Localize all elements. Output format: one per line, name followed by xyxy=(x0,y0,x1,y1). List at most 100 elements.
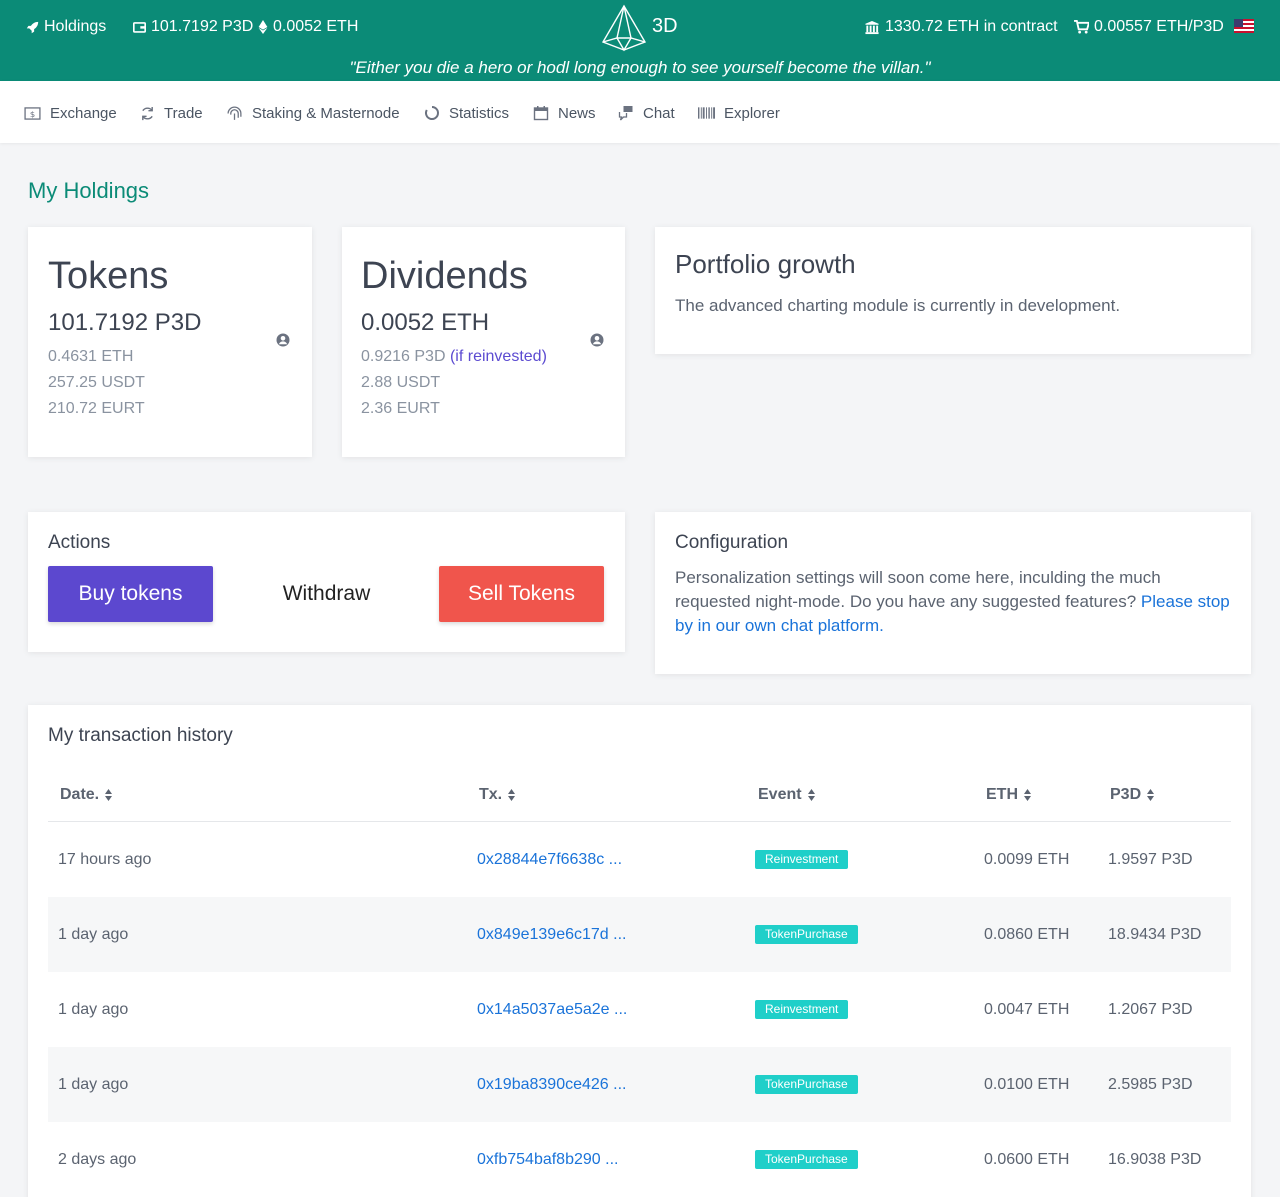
dividends-card: Dividends 0.0052 ETH 0.9216 P3D (if rein… xyxy=(342,227,625,457)
cell-date: 1 day ago xyxy=(58,925,129,943)
page-title: My Holdings xyxy=(28,178,150,203)
sell-tokens-button[interactable]: Sell Tokens xyxy=(439,566,604,622)
cell-tx-link[interactable]: 0xfb754baf8b290 ... xyxy=(477,1122,618,1197)
ethereum-icon xyxy=(258,20,268,34)
nav-item-news[interactable]: News xyxy=(533,102,596,124)
column-header-label: Tx. xyxy=(479,786,503,803)
column-header-label: Date. xyxy=(60,786,100,803)
cell-p3d: 16.9038 P3D xyxy=(1108,1150,1202,1168)
us-flag-icon[interactable] xyxy=(1234,19,1254,33)
column-header-label: ETH xyxy=(986,786,1018,803)
cell-eth: 0.0100 ETH xyxy=(984,1075,1070,1093)
dividends-card-p3d: 0.9216 P3D xyxy=(361,348,446,365)
contract-balance: 1330.72 ETH in contract xyxy=(864,17,1058,37)
tokens-card-main: 101.7192 P3D xyxy=(48,309,202,336)
cell-event: TokenPurchase xyxy=(755,1047,858,1122)
nav-label-staking: Staking & Masternode xyxy=(252,104,400,122)
tokens-value: 101.7192 P3D xyxy=(151,18,254,35)
withdraw-button[interactable]: Withdraw xyxy=(244,566,409,622)
configuration-title: Configuration xyxy=(675,532,789,553)
nav-label-explorer: Explorer xyxy=(724,104,780,122)
top-bar: Holdings 101.7192 P3D 0.0052 ETH 3D 1330… xyxy=(0,0,1280,81)
event-badge: TokenPurchase xyxy=(755,925,858,944)
dividends-card-usdt: 2.88 USDT xyxy=(361,374,441,391)
cell-event: TokenPurchase xyxy=(755,897,858,972)
cell-eth: 0.0099 ETH xyxy=(984,850,1070,868)
cell-event: Reinvestment xyxy=(755,972,849,1047)
nav-item-exchange[interactable]: $ Exchange xyxy=(24,102,117,124)
sort-icon xyxy=(105,789,113,801)
portfolio-title: Portfolio growth xyxy=(675,249,856,279)
cell-p3d: 1.9597 P3D xyxy=(1108,850,1193,868)
portfolio-text: The advanced charting module is currentl… xyxy=(675,296,1121,315)
cell-tx-link[interactable]: 0x849e139e6c17d ... xyxy=(477,897,626,972)
user-circle-icon[interactable] xyxy=(276,333,290,347)
cell-eth: 0.0860 ETH xyxy=(984,925,1070,943)
cell-date: 1 day ago xyxy=(58,1075,129,1093)
dollar-bill-icon: $ xyxy=(24,106,41,120)
svg-text:$: $ xyxy=(30,108,35,118)
circle-notch-icon xyxy=(425,106,439,120)
nav-label-chat: Chat xyxy=(643,104,675,122)
cell-tx-link[interactable]: 0x28844e7f6638c ... xyxy=(477,822,622,897)
dividends-card-eurt: 2.36 EURT xyxy=(361,400,440,417)
tokens-card-title: Tokens xyxy=(48,255,169,297)
configuration-card: Configuration Personalization settings w… xyxy=(655,512,1251,674)
nav-label-trade: Trade xyxy=(164,104,203,122)
dividends-card-title: Dividends xyxy=(361,255,528,297)
column-header-tx[interactable]: Tx. xyxy=(479,786,516,804)
eth-balance: 0.0052 ETH xyxy=(258,17,358,37)
pyramid-logo-icon[interactable] xyxy=(601,4,647,52)
cell-date: 1 day ago xyxy=(58,1000,129,1018)
history-title: My transaction history xyxy=(48,725,233,746)
event-badge: TokenPurchase xyxy=(755,1150,858,1169)
cell-tx-link[interactable]: 0x14a5037ae5a2e ... xyxy=(477,972,627,1047)
nav-item-chat[interactable]: Chat xyxy=(617,102,675,124)
price-value: 0.00557 ETH/P3D xyxy=(1094,18,1224,35)
column-header-date[interactable]: Date. xyxy=(60,786,113,804)
nav-label-statistics: Statistics xyxy=(449,104,510,122)
cell-date: 2 days ago xyxy=(58,1150,137,1168)
cell-event: TokenPurchase xyxy=(755,1122,858,1197)
tokens-card-usdt: 257.25 USDT xyxy=(48,374,145,391)
column-header-eth[interactable]: ETH xyxy=(986,786,1032,804)
cell-event: Reinvestment xyxy=(755,822,849,897)
column-header-event[interactable]: Event xyxy=(758,786,816,804)
nav-item-trade[interactable]: Trade xyxy=(140,102,203,124)
event-badge: Reinvestment xyxy=(755,850,849,869)
table-row: 1 day ago 0x19ba8390ce426 ... TokenPurch… xyxy=(48,1047,1231,1122)
bank-icon xyxy=(865,20,879,34)
column-header-label: P3D xyxy=(1110,786,1142,803)
cell-p3d: 1.2067 P3D xyxy=(1108,1000,1193,1018)
table-row: 1 day ago 0x14a5037ae5a2e ... Reinvestme… xyxy=(48,972,1231,1047)
cell-tx-link[interactable]: 0x19ba8390ce426 ... xyxy=(477,1047,626,1122)
tokens-card-eurt: 210.72 EURT xyxy=(48,400,145,417)
nav-label-exchange: Exchange xyxy=(50,104,117,122)
nav-item-statistics[interactable]: Statistics xyxy=(424,102,509,124)
holdings-link[interactable]: Holdings xyxy=(26,17,106,37)
nav-item-explorer[interactable]: Explorer xyxy=(698,102,780,124)
dividends-card-p3d-line: 0.9216 P3D (if reinvested) xyxy=(361,344,547,370)
event-badge: Reinvestment xyxy=(755,1000,849,1019)
sort-icon xyxy=(807,789,815,801)
table-row: 2 days ago 0xfb754baf8b290 ... TokenPurc… xyxy=(48,1122,1231,1197)
column-header-p3d[interactable]: P3D xyxy=(1110,786,1155,804)
column-header-label: Event xyxy=(758,786,802,803)
reinvest-note: (if reinvested) xyxy=(449,348,547,365)
wallet-icon xyxy=(133,22,146,33)
event-badge: TokenPurchase xyxy=(755,1075,858,1094)
sort-icon xyxy=(1024,789,1031,801)
main-nav: $ Exchange Trade Staking & Masternode St… xyxy=(0,81,1280,143)
cell-eth: 0.0047 ETH xyxy=(984,1000,1070,1018)
sort-icon xyxy=(508,789,516,801)
user-circle-icon[interactable] xyxy=(590,333,604,347)
tagline-quote: "Either you die a hero or hodl long enou… xyxy=(349,58,931,77)
nav-item-staking[interactable]: Staking & Masternode xyxy=(226,102,400,124)
tokens-card-eth: 0.4631 ETH xyxy=(48,348,134,365)
sort-icon xyxy=(1147,789,1155,801)
actions-title: Actions xyxy=(48,532,111,553)
cell-date: 17 hours ago xyxy=(58,850,152,868)
contract-value: 1330.72 ETH in contract xyxy=(885,18,1058,35)
buy-tokens-button[interactable]: Buy tokens xyxy=(48,566,213,622)
cell-eth: 0.0600 ETH xyxy=(984,1150,1070,1168)
